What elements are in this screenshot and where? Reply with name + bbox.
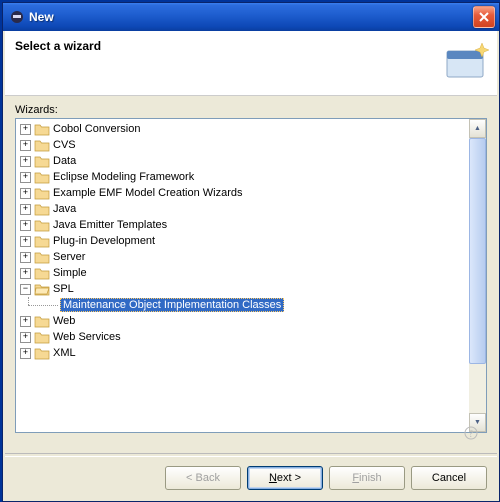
window-title: New [29,10,473,24]
tree-item-label: Web Services [53,331,121,343]
expand-icon[interactable]: + [20,156,31,167]
tree-folder[interactable]: + Java [16,201,469,217]
tree-item-label: XML [53,347,76,359]
tree-content: + Cobol Conversion + CVS + Data + Eclipse Model… [16,119,469,433]
dialog-body: Select a wizard Wizards: + Cobol Conversi… [3,31,499,501]
folder-icon [34,138,50,152]
expand-icon[interactable]: + [20,188,31,199]
finish-button[interactable]: Finish [329,466,405,490]
expand-icon[interactable]: + [20,332,31,343]
expand-icon[interactable]: + [20,220,31,231]
folder-icon [34,122,50,136]
tree-item-label: Eclipse Modeling Framework [53,171,194,183]
folder-icon [34,330,50,344]
tree-label: Wizards: [15,104,487,116]
scroll-track[interactable] [469,138,486,413]
collapse-icon[interactable]: − [20,284,31,295]
tree-folder[interactable]: + CVS [16,137,469,153]
folder-icon [34,186,50,200]
scroll-thumb[interactable] [469,138,486,364]
titlebar[interactable]: New [3,3,499,31]
folder-icon [34,170,50,184]
tree-folder[interactable]: + Data [16,153,469,169]
help-icon[interactable]: ? [463,425,479,441]
tree-item-label: Cobol Conversion [53,123,140,135]
tree-item-label: Web [53,315,75,327]
tree-item-label: Java [53,203,76,215]
tree-item-label: Example EMF Model Creation Wizards [53,187,243,199]
banner: Select a wizard [5,31,497,96]
app-icon [9,9,25,25]
expand-icon[interactable]: + [20,316,31,327]
close-button[interactable] [473,6,495,28]
expand-icon[interactable]: + [20,140,31,151]
folder-icon [34,250,50,264]
tree-item-label: SPL [53,283,74,295]
tree-folder[interactable]: + Web [16,313,469,329]
dialog-window: New Select a wizard Wizards: + Cobol Conv… [2,2,500,502]
folder-icon [34,266,50,280]
folder-icon [34,154,50,168]
tree-folder[interactable]: + Web Services [16,329,469,345]
expand-icon[interactable]: + [20,348,31,359]
tree-item-label: Plug-in Development [53,235,155,247]
expand-icon[interactable]: + [20,268,31,279]
folder-icon [34,314,50,328]
button-bar: < Back Next > Finish Cancel [5,457,497,499]
scroll-up-button[interactable]: ▲ [469,119,486,138]
folder-icon [34,218,50,232]
banner-title: Select a wizard [15,39,101,53]
center-area: Wizards: + Cobol Conversion + CVS + Data + Ecli… [5,96,497,439]
tree-folder[interactable]: + Server [16,249,469,265]
expand-icon[interactable]: + [20,204,31,215]
expand-icon[interactable]: + [20,252,31,263]
expand-icon[interactable]: + [20,236,31,247]
new-wizard-icon [441,39,489,83]
tree-item-label: Server [53,251,85,263]
folder-icon [34,234,50,248]
tree-folder[interactable]: + Java Emitter Templates [16,217,469,233]
tree-connector [20,297,60,313]
tree-leaf[interactable]: Maintenance Object Implementation Classe… [16,297,469,313]
tree-folder[interactable]: + Simple [16,265,469,281]
tree-item-label: Data [53,155,76,167]
folder-icon [34,346,50,360]
folder-icon [34,282,50,296]
tree-folder[interactable]: + Plug-in Development [16,233,469,249]
wizard-tree[interactable]: + Cobol Conversion + CVS + Data + Eclipse Model… [15,118,487,433]
tree-item-label: Maintenance Object Implementation Classe… [60,298,284,312]
cancel-button[interactable]: Cancel [411,466,487,490]
tree-item-label: CVS [53,139,76,151]
tree-folder[interactable]: + Cobol Conversion [16,121,469,137]
folder-icon [34,202,50,216]
expand-icon[interactable]: + [20,172,31,183]
next-button[interactable]: Next > [247,466,323,490]
tree-item-label: Simple [53,267,87,279]
tree-folder[interactable]: + Eclipse Modeling Framework [16,169,469,185]
tree-folder[interactable]: − SPL [16,281,469,297]
scrollbar[interactable]: ▲ ▼ [469,119,486,432]
expand-icon[interactable]: + [20,124,31,135]
svg-text:?: ? [469,429,474,440]
tree-folder[interactable]: + Example EMF Model Creation Wizards [16,185,469,201]
tree-item-label: Java Emitter Templates [53,219,167,231]
back-button[interactable]: < Back [165,466,241,490]
tree-folder[interactable]: + XML [16,345,469,361]
